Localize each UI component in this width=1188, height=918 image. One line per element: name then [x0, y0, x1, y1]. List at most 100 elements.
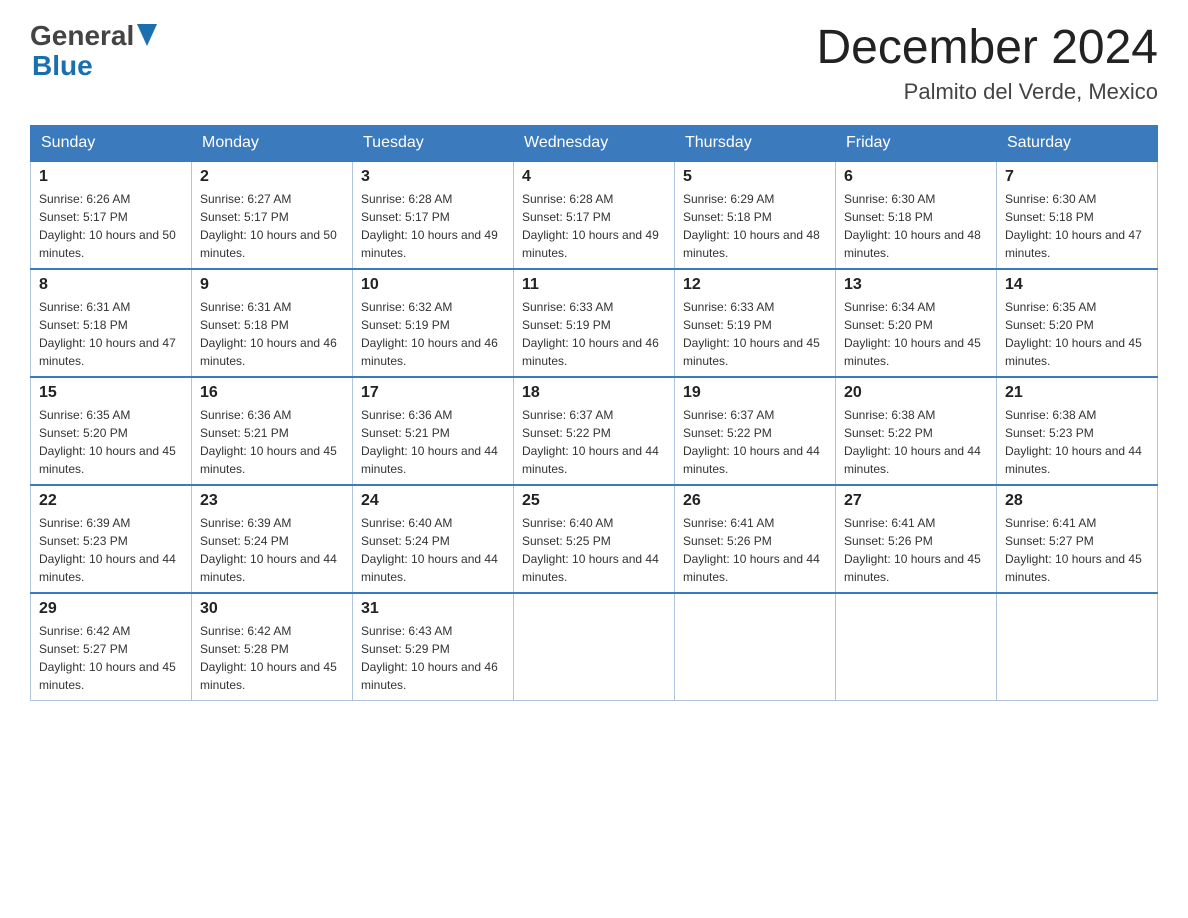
day-number: 16	[200, 384, 344, 402]
calendar-cell: 29 Sunrise: 6:42 AMSunset: 5:27 PMDayligh…	[31, 593, 192, 701]
day-number: 12	[683, 276, 827, 294]
weekday-header-saturday: Saturday	[997, 126, 1158, 162]
location-subtitle: Palmito del Verde, Mexico	[816, 79, 1158, 105]
calendar-cell: 31 Sunrise: 6:43 AMSunset: 5:29 PMDayligh…	[353, 593, 514, 701]
day-info: Sunrise: 6:28 AMSunset: 5:17 PMDaylight:…	[361, 190, 505, 262]
day-number: 24	[361, 492, 505, 510]
calendar-cell: 18 Sunrise: 6:37 AMSunset: 5:22 PMDayligh…	[514, 377, 675, 485]
calendar-cell: 12 Sunrise: 6:33 AMSunset: 5:19 PMDayligh…	[675, 269, 836, 377]
day-number: 31	[361, 600, 505, 618]
day-number: 10	[361, 276, 505, 294]
day-number: 2	[200, 168, 344, 186]
calendar-cell: 10 Sunrise: 6:32 AMSunset: 5:19 PMDayligh…	[353, 269, 514, 377]
day-info: Sunrise: 6:42 AMSunset: 5:28 PMDaylight:…	[200, 622, 344, 694]
day-info: Sunrise: 6:35 AMSunset: 5:20 PMDaylight:…	[1005, 298, 1149, 370]
calendar-cell: 28Sunrise: 6:41 AMSunset: 5:27 PMDayligh…	[997, 485, 1158, 593]
calendar-cell: 17Sunrise: 6:36 AMSunset: 5:21 PMDayligh…	[353, 377, 514, 485]
calendar-cell	[675, 593, 836, 701]
day-number: 22	[39, 492, 183, 510]
day-info: Sunrise: 6:37 AMSunset: 5:22 PMDaylight:…	[522, 406, 666, 478]
calendar-cell: 13 Sunrise: 6:34 AMSunset: 5:20 PMDayligh…	[836, 269, 997, 377]
day-info: Sunrise: 6:40 AMSunset: 5:24 PMDaylight:…	[361, 514, 505, 586]
day-number: 20	[844, 384, 988, 402]
weekday-header-tuesday: Tuesday	[353, 126, 514, 162]
day-info: Sunrise: 6:33 AMSunset: 5:19 PMDaylight:…	[683, 298, 827, 370]
day-number: 8	[39, 276, 183, 294]
calendar-cell: 11 Sunrise: 6:33 AMSunset: 5:19 PMDayligh…	[514, 269, 675, 377]
weekday-header-thursday: Thursday	[675, 126, 836, 162]
calendar-cell: 19 Sunrise: 6:37 AMSunset: 5:22 PMDayligh…	[675, 377, 836, 485]
calendar-cell: 21Sunrise: 6:38 AMSunset: 5:23 PMDayligh…	[997, 377, 1158, 485]
day-info: Sunrise: 6:32 AMSunset: 5:19 PMDaylight:…	[361, 298, 505, 370]
weekday-header-wednesday: Wednesday	[514, 126, 675, 162]
logo: General Blue	[30, 20, 157, 82]
week-row-1: 1Sunrise: 6:26 AMSunset: 5:17 PMDaylight…	[31, 161, 1158, 269]
calendar-cell: 1Sunrise: 6:26 AMSunset: 5:17 PMDaylight…	[31, 161, 192, 269]
calendar-cell: 8 Sunrise: 6:31 AMSunset: 5:18 PMDaylight…	[31, 269, 192, 377]
calendar-cell: 4 Sunrise: 6:28 AMSunset: 5:17 PMDaylight…	[514, 161, 675, 269]
calendar-cell	[997, 593, 1158, 701]
day-number: 13	[844, 276, 988, 294]
title-block: December 2024 Palmito del Verde, Mexico	[816, 20, 1158, 105]
day-number: 15	[39, 384, 183, 402]
day-number: 29	[39, 600, 183, 618]
calendar-cell: 15 Sunrise: 6:35 AMSunset: 5:20 PMDayligh…	[31, 377, 192, 485]
day-info: Sunrise: 6:41 AMSunset: 5:27 PMDaylight:…	[1005, 514, 1149, 586]
calendar-cell: 5Sunrise: 6:29 AMSunset: 5:18 PMDaylight…	[675, 161, 836, 269]
weekday-header-row: SundayMondayTuesdayWednesdayThursdayFrid…	[31, 126, 1158, 162]
day-info: Sunrise: 6:30 AMSunset: 5:18 PMDaylight:…	[844, 190, 988, 262]
day-info: Sunrise: 6:42 AMSunset: 5:27 PMDaylight:…	[39, 622, 183, 694]
calendar-cell: 14 Sunrise: 6:35 AMSunset: 5:20 PMDayligh…	[997, 269, 1158, 377]
weekday-header-sunday: Sunday	[31, 126, 192, 162]
day-info: Sunrise: 6:30 AMSunset: 5:18 PMDaylight:…	[1005, 190, 1149, 262]
weekday-header-friday: Friday	[836, 126, 997, 162]
page-header: General Blue December 2024 Palmito del V…	[30, 20, 1158, 105]
day-number: 11	[522, 276, 666, 294]
logo-blue-text: Blue	[32, 50, 93, 82]
day-number: 17	[361, 384, 505, 402]
day-number: 27	[844, 492, 988, 510]
day-info: Sunrise: 6:39 AMSunset: 5:24 PMDaylight:…	[200, 514, 344, 586]
day-number: 19	[683, 384, 827, 402]
day-info: Sunrise: 6:36 AMSunset: 5:21 PMDaylight:…	[200, 406, 344, 478]
day-number: 26	[683, 492, 827, 510]
calendar-cell: 9 Sunrise: 6:31 AMSunset: 5:18 PMDaylight…	[192, 269, 353, 377]
week-row-5: 29 Sunrise: 6:42 AMSunset: 5:27 PMDayligh…	[31, 593, 1158, 701]
day-info: Sunrise: 6:37 AMSunset: 5:22 PMDaylight:…	[683, 406, 827, 478]
day-info: Sunrise: 6:28 AMSunset: 5:17 PMDaylight:…	[522, 190, 666, 262]
day-number: 3	[361, 168, 505, 186]
day-number: 18	[522, 384, 666, 402]
day-info: Sunrise: 6:33 AMSunset: 5:19 PMDaylight:…	[522, 298, 666, 370]
calendar-cell: 27 Sunrise: 6:41 AMSunset: 5:26 PMDayligh…	[836, 485, 997, 593]
day-info: Sunrise: 6:34 AMSunset: 5:20 PMDaylight:…	[844, 298, 988, 370]
day-info: Sunrise: 6:31 AMSunset: 5:18 PMDaylight:…	[200, 298, 344, 370]
day-number: 6	[844, 168, 988, 186]
day-number: 25	[522, 492, 666, 510]
day-number: 14	[1005, 276, 1149, 294]
day-info: Sunrise: 6:31 AMSunset: 5:18 PMDaylight:…	[39, 298, 183, 370]
day-info: Sunrise: 6:35 AMSunset: 5:20 PMDaylight:…	[39, 406, 183, 478]
calendar-cell: 16 Sunrise: 6:36 AMSunset: 5:21 PMDayligh…	[192, 377, 353, 485]
week-row-3: 15 Sunrise: 6:35 AMSunset: 5:20 PMDayligh…	[31, 377, 1158, 485]
day-info: Sunrise: 6:40 AMSunset: 5:25 PMDaylight:…	[522, 514, 666, 586]
calendar-cell	[836, 593, 997, 701]
logo-arrow-icon	[137, 24, 157, 51]
day-info: Sunrise: 6:43 AMSunset: 5:29 PMDaylight:…	[361, 622, 505, 694]
logo-general-text: General	[30, 20, 134, 52]
calendar-cell: 26Sunrise: 6:41 AMSunset: 5:26 PMDayligh…	[675, 485, 836, 593]
calendar-cell: 25 Sunrise: 6:40 AMSunset: 5:25 PMDayligh…	[514, 485, 675, 593]
day-number: 9	[200, 276, 344, 294]
calendar-cell: 6 Sunrise: 6:30 AMSunset: 5:18 PMDaylight…	[836, 161, 997, 269]
calendar-cell: 2 Sunrise: 6:27 AMSunset: 5:17 PMDaylight…	[192, 161, 353, 269]
day-info: Sunrise: 6:26 AMSunset: 5:17 PMDaylight:…	[39, 190, 183, 262]
weekday-header-monday: Monday	[192, 126, 353, 162]
day-info: Sunrise: 6:29 AMSunset: 5:18 PMDaylight:…	[683, 190, 827, 262]
day-number: 23	[200, 492, 344, 510]
week-row-2: 8 Sunrise: 6:31 AMSunset: 5:18 PMDaylight…	[31, 269, 1158, 377]
day-info: Sunrise: 6:41 AMSunset: 5:26 PMDaylight:…	[844, 514, 988, 586]
day-number: 4	[522, 168, 666, 186]
day-info: Sunrise: 6:27 AMSunset: 5:17 PMDaylight:…	[200, 190, 344, 262]
month-year-title: December 2024	[816, 20, 1158, 75]
week-row-4: 22Sunrise: 6:39 AMSunset: 5:23 PMDayligh…	[31, 485, 1158, 593]
day-number: 30	[200, 600, 344, 618]
